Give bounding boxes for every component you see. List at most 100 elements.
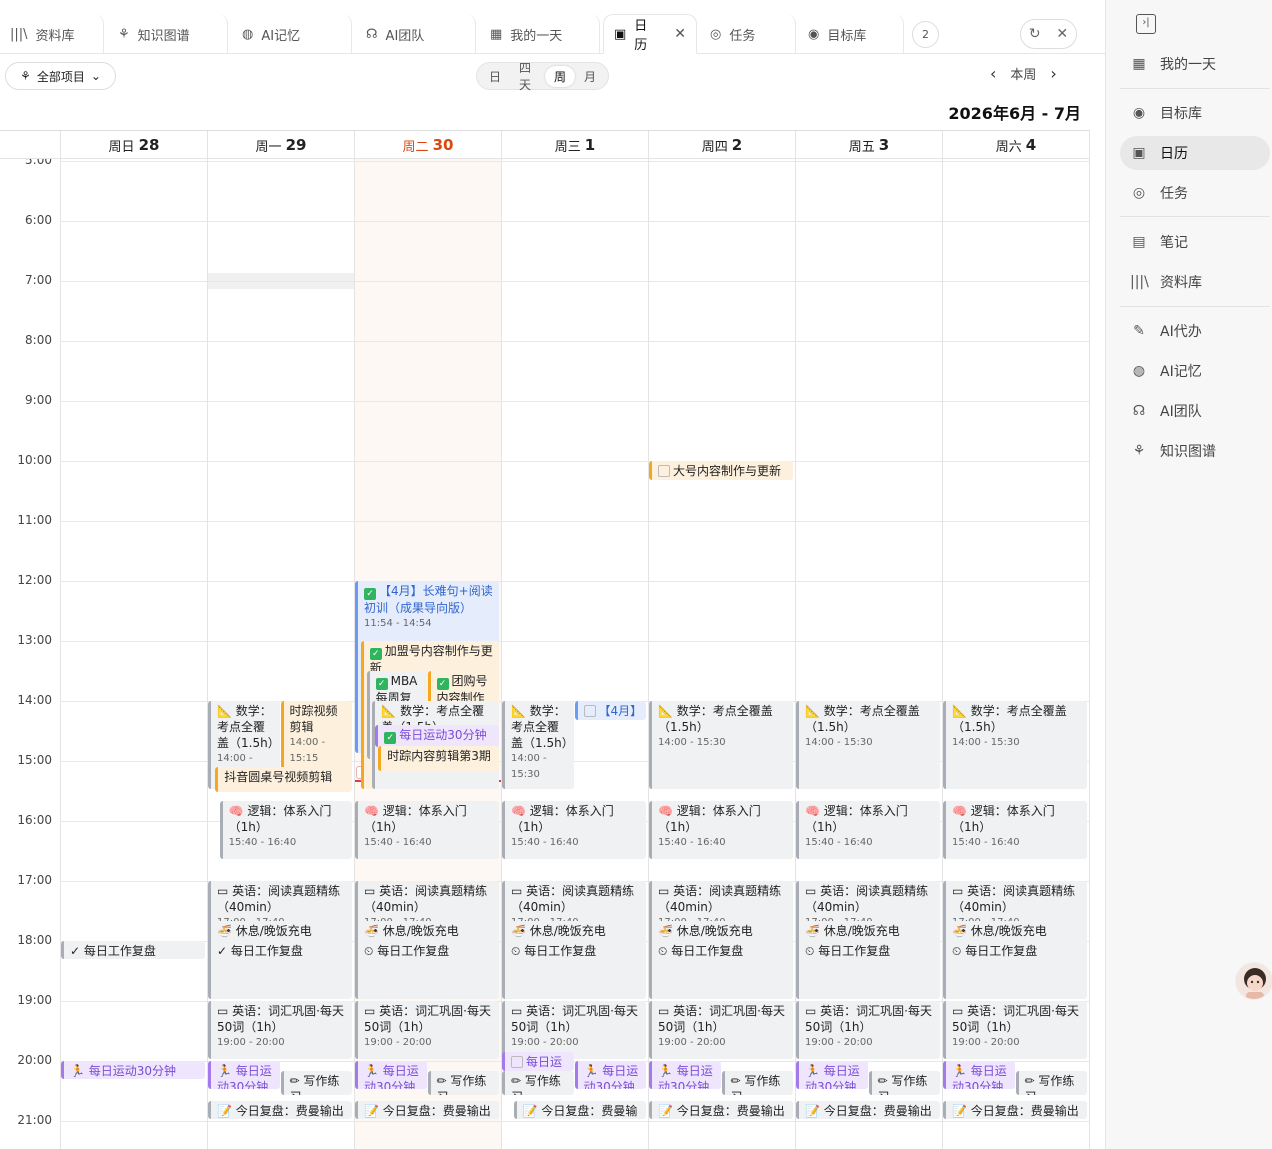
sidebar-item-notes[interactable]: ▤ 笔记 xyxy=(1120,225,1270,259)
sidebar-item-goals[interactable]: ◉ 目标库 xyxy=(1120,96,1270,130)
project-filter-dropdown[interactable]: ⚘ 全部项目 ⌄ xyxy=(5,62,116,90)
calendar-event[interactable]: ▭ 英语：词汇巩固·每天50词（1h） 19:00 - 20:00 xyxy=(796,1001,940,1059)
calendar-event[interactable]: ✏ 写作练习 xyxy=(721,1071,793,1095)
calendar-event[interactable]: 🧠 逻辑：体系入门（1h） 15:40 - 16:40 xyxy=(649,801,793,860)
sidebar-item-my-day[interactable]: ▦ 我的一天 xyxy=(1120,47,1270,81)
refresh-icon[interactable]: ↻ xyxy=(1029,26,1041,42)
calendar-event[interactable]: 📝 今日复盘：费曼输出 xyxy=(355,1101,499,1120)
calendar-event[interactable]: 📐 数学：考点全覆盖（1.5h）14:00 - 15:30 xyxy=(796,701,940,789)
calendar-event[interactable]: 📝 今日复盘：费曼输出 xyxy=(796,1101,940,1120)
calendar-event[interactable]: 🧠 逻辑：体系入门（1h） 15:40 - 16:40 xyxy=(943,801,1087,860)
tab-tasks[interactable]: ◎ 任务 xyxy=(700,14,796,54)
calendar-event[interactable]: 🧠 逻辑：体系入门（1h） 15:40 - 16:40 xyxy=(502,801,646,860)
sidebar-item-calendar[interactable]: ▣ 日历 xyxy=(1120,136,1270,170)
event-icon: 🍜 xyxy=(658,924,677,939)
calendar-event[interactable]: ✏ 写作练习 xyxy=(502,1071,574,1095)
calendar-event[interactable]: 🏃 每日运动30分钟 xyxy=(943,1061,1015,1089)
calendar-event[interactable]: 时踪内容剪辑第3期 xyxy=(378,746,499,771)
event-icon: ⏲ xyxy=(805,944,819,958)
tab-count-badge[interactable]: 2 xyxy=(912,21,939,48)
calendar-event[interactable]: 🧠 逻辑：体系入门（1h） 15:40 - 16:40 xyxy=(219,801,352,860)
tab-ai-team[interactable]: ☊ AI团队 xyxy=(356,14,476,54)
project-icon: ⚘ xyxy=(20,69,31,83)
day-header[interactable]: 周日 28 xyxy=(60,131,207,159)
chevron-left-icon[interactable]: ‹ xyxy=(990,64,996,83)
tab-knowledge-graph[interactable]: ⚘ 知识图谱 xyxy=(108,14,228,54)
calendar-event[interactable]: ⏲ 每日工作复盘 xyxy=(502,941,646,959)
sidebar-item-ai-agent[interactable]: ✎ AI代办 xyxy=(1120,314,1270,348)
chevron-right-icon[interactable]: › xyxy=(1050,64,1056,83)
calendar-event[interactable]: ▭ 英语：词汇巩固·每天50词（1h） 19:00 - 20:00 xyxy=(355,1001,499,1059)
calendar-event[interactable]: 🏃 每日运动30分钟 xyxy=(208,1061,280,1089)
calendar-event[interactable]: 抖音圆桌号视频剪辑 xyxy=(215,767,352,792)
calendar-event[interactable]: 🏃 每日运动30分钟 xyxy=(355,1061,427,1089)
calendar-event[interactable]: 📝 今日复盘：费曼输出 xyxy=(513,1101,646,1120)
library-icon: |||\ xyxy=(10,26,28,42)
tab-my-day[interactable]: ▦ 我的一天 xyxy=(480,14,600,54)
calendar-event[interactable]: 🏃 每日运动30分钟 xyxy=(61,1061,205,1079)
calendar-event[interactable]: 🏃 每日运动30分钟 xyxy=(796,1061,868,1089)
close-icon[interactable]: ✕ xyxy=(674,26,686,42)
tab-calendar[interactable]: ▣ 日历 ✕ xyxy=(603,14,697,54)
event-time: 14:00 - 15:15 xyxy=(289,737,326,764)
calendar-event[interactable]: ⏲ 每日工作复盘 xyxy=(943,941,1087,959)
calendar-event[interactable]: 🧠 逻辑：体系入门（1h） 15:40 - 16:40 xyxy=(355,801,499,860)
calendar-event[interactable]: 时踪视频剪辑 14:00 - 15:15 xyxy=(280,701,352,774)
sidebar-item-ai-memory[interactable]: ◍ AI记忆 xyxy=(1120,354,1270,388)
view-day-button[interactable]: 日 xyxy=(480,66,510,87)
calendar-event[interactable]: ▭ 英语：词汇巩固·每天50词（1h） 19:00 - 20:00 xyxy=(208,1001,352,1059)
tab-ai-memory[interactable]: ◍ AI记忆 xyxy=(232,14,352,54)
calendar-event[interactable]: 🏃 每日运动30分钟 xyxy=(574,1061,646,1089)
calendar-event[interactable]: ✓ 每日工作复盘 xyxy=(208,941,352,959)
day-header[interactable]: 周六 4 xyxy=(942,131,1090,159)
day-header[interactable]: 周四 2 xyxy=(648,131,795,159)
view-week-button[interactable]: 周 xyxy=(544,65,575,87)
event-icon: 🏃 xyxy=(805,1064,824,1078)
day-header[interactable]: 周三 1 xyxy=(501,131,648,159)
close-all-icon[interactable]: ✕ xyxy=(1056,26,1068,42)
calendar-event[interactable]: 大号内容制作与更新 xyxy=(649,461,793,480)
calendar-event[interactable]: ✏ 写作练习 xyxy=(1015,1071,1087,1095)
day-header[interactable]: 周五 3 xyxy=(795,131,942,159)
calendar-event[interactable]: 【4月】长难句+阅读初训 xyxy=(574,701,646,720)
day-header-today[interactable]: 周二 30 xyxy=(354,131,501,159)
calendar-event[interactable]: 📝 今日复盘：费曼输出 xyxy=(208,1101,352,1120)
calendar-event[interactable]: ✏ 写作练习 xyxy=(280,1071,352,1095)
view-month-button[interactable]: 月 xyxy=(575,66,605,87)
calendar-event[interactable]: 每日运动30分钟 xyxy=(502,1052,574,1071)
tab-goals[interactable]: ◉ 目标库 xyxy=(798,14,904,54)
calendar-event[interactable]: 📐 数学：考点全覆盖（1.5h）14:00 - 15:30 xyxy=(502,701,574,789)
calendar-event[interactable]: ⏲ 每日工作复盘 xyxy=(649,941,793,959)
day-header[interactable]: 周一 29 xyxy=(207,131,354,159)
view-4day-button[interactable]: 四天 xyxy=(510,57,545,95)
calendar-event[interactable]: 📐 数学：考点全覆盖（1.5h）14:00 - 15:30 xyxy=(943,701,1087,789)
sidebar-item-library[interactable]: |||\ 资料库 xyxy=(1120,265,1270,299)
tab-library[interactable]: |||\ 资料库 xyxy=(0,14,104,54)
calendar-event[interactable]: ▭ 英语：词汇巩固·每天50词（1h） 19:00 - 20:00 xyxy=(502,1001,646,1059)
this-week-button[interactable]: 本周 xyxy=(1010,64,1036,83)
sidebar-item-ai-team[interactable]: ☊ AI团队 xyxy=(1120,394,1270,428)
hour-label: 8:00 xyxy=(25,333,52,347)
calendar-event[interactable]: ✏ 写作练习 xyxy=(427,1071,499,1095)
calendar-event[interactable]: ⏲ 每日工作复盘 xyxy=(796,941,940,959)
calendar-event[interactable]: 📝 今日复盘：费曼输出 xyxy=(943,1101,1087,1120)
calendar-event[interactable]: ▭ 英语：词汇巩固·每天50词（1h） 19:00 - 20:00 xyxy=(943,1001,1087,1059)
calendar-event[interactable]: 🏃 每日运动30分钟 xyxy=(649,1061,721,1089)
sidebar-item-knowledge-graph[interactable]: ⚘ 知识图谱 xyxy=(1120,434,1270,468)
calendar-grid[interactable]: 5:00 6:00 7:00 8:00 9:00 10:00 11:00 12:00 13:00… xyxy=(0,159,1090,1149)
calendar-event[interactable]: ⏲ 每日工作复盘 xyxy=(355,941,499,959)
sidebar-item-tasks[interactable]: ◎ 任务 xyxy=(1120,176,1270,210)
event-icon: 🏃 xyxy=(583,1064,603,1078)
event-icon: 🧠 xyxy=(805,804,824,819)
collapse-sidebar-icon[interactable]: ›| xyxy=(1136,14,1156,34)
calendar-event[interactable]: ✓ 每日工作复盘 xyxy=(61,941,205,959)
calendar-event[interactable]: 📐 数学：考点全覆盖（1.5h）14:00 - 15:30 xyxy=(649,701,793,789)
event-icon: ⏲ xyxy=(952,944,966,958)
day-column-divider xyxy=(942,159,943,1149)
calendar-event[interactable]: ✏ 写作练习 xyxy=(868,1071,940,1095)
calendar-event[interactable]: 🧠 逻辑：体系入门（1h） 15:40 - 16:40 xyxy=(796,801,940,860)
calendar-event[interactable]: ▭ 英语：词汇巩固·每天50词（1h） 19:00 - 20:00 xyxy=(649,1001,793,1059)
calendar-event[interactable]: ✓ 每日运动30分钟 xyxy=(375,725,499,747)
assistant-avatar[interactable] xyxy=(1235,962,1272,1000)
calendar-event[interactable]: 📝 今日复盘：费曼输出 xyxy=(649,1101,793,1120)
